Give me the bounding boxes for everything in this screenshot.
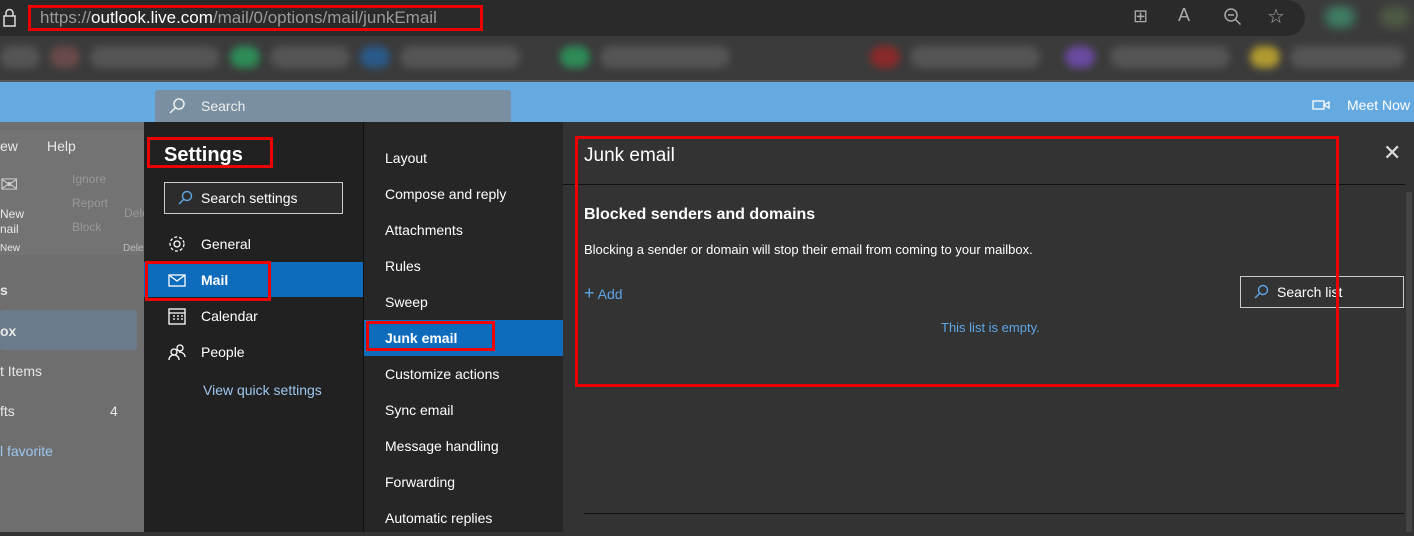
drafts-count: 4 xyxy=(110,403,118,419)
add-favorite-icon[interactable]: ☆ xyxy=(1267,4,1285,29)
bookmarks-bar xyxy=(0,36,1414,80)
section-customize-actions[interactable]: Customize actions xyxy=(364,356,564,392)
folder-inbox-selected[interactable] xyxy=(0,310,137,350)
calendar-icon xyxy=(168,308,186,325)
folder-heading[interactable]: s xyxy=(0,282,8,298)
read-aloud-icon[interactable]: A xyxy=(1178,5,1190,26)
ribbon-group-delete: Dele xyxy=(123,243,144,254)
section-junk-email[interactable]: Junk email xyxy=(364,320,564,356)
pane-title: Junk email xyxy=(584,145,675,166)
scrollbar[interactable] xyxy=(1406,192,1412,532)
section-description: Blocking a sender or domain will stop th… xyxy=(584,242,1033,257)
section-layout[interactable]: Layout xyxy=(364,140,564,176)
url-path: /mail/0/options/mail/junkEmail xyxy=(212,8,437,27)
profile-avatar[interactable] xyxy=(1325,6,1355,28)
search-list-placeholder: Search list xyxy=(1277,284,1343,300)
mail-search-input[interactable]: Search xyxy=(155,90,511,122)
new-mail-button[interactable]: New xyxy=(0,207,24,221)
search-settings-input[interactable]: Search settings xyxy=(164,182,343,214)
block-button[interactable]: Block xyxy=(72,220,101,234)
section-sync-email[interactable]: Sync email xyxy=(364,392,564,428)
empty-list-message: This list is empty. xyxy=(941,320,1040,335)
ignore-button[interactable]: Ignore xyxy=(72,172,106,186)
menu-help[interactable]: Help xyxy=(47,138,76,154)
section-rules[interactable]: Rules xyxy=(364,248,564,284)
settings-title: Settings xyxy=(164,144,243,166)
mail-icon xyxy=(168,274,186,287)
report-button[interactable]: Report xyxy=(72,196,108,210)
plus-icon: + xyxy=(584,283,595,303)
section-title: Blocked senders and domains xyxy=(584,206,816,223)
split-screen-icon[interactable]: ⊞ xyxy=(1133,6,1148,27)
ribbon-group-new: New xyxy=(0,243,21,254)
new-mail-dropdown[interactable]: nail xyxy=(0,222,19,236)
add-favorite-link[interactable]: l favorite xyxy=(0,443,53,459)
section-compose-and-reply[interactable]: Compose and reply xyxy=(364,176,564,212)
section-forwarding[interactable]: Forwarding xyxy=(364,464,564,500)
settings-nav-general[interactable]: General xyxy=(144,226,363,261)
divider xyxy=(584,513,1404,514)
search-placeholder: Search xyxy=(201,98,246,114)
gear-icon xyxy=(169,236,185,252)
search-list-input[interactable]: Search list xyxy=(1240,276,1404,308)
nav-label: People xyxy=(201,344,245,360)
people-icon xyxy=(168,344,186,361)
divider xyxy=(563,184,1405,185)
url-host: outlook.live.com xyxy=(91,8,213,27)
url-text[interactable]: https://outlook.live.com/mail/0/options/… xyxy=(40,8,437,28)
section-attachments[interactable]: Attachments xyxy=(364,212,564,248)
nav-label: General xyxy=(201,236,251,252)
folder-drafts[interactable]: fts xyxy=(0,403,15,419)
nav-label: Mail xyxy=(201,272,229,288)
view-quick-settings-link[interactable]: View quick settings xyxy=(203,382,322,398)
mail-icon: ✉ xyxy=(0,172,19,197)
search-icon xyxy=(178,190,193,205)
add-label: Add xyxy=(597,286,623,302)
search-icon xyxy=(1254,284,1269,299)
section-sweep[interactable]: Sweep xyxy=(364,284,564,320)
zoom-out-icon[interactable] xyxy=(1223,7,1243,27)
close-icon[interactable]: ✕ xyxy=(1383,140,1401,166)
junk-email-pane: Junk email ✕ Blocked senders and domains… xyxy=(563,122,1414,532)
video-icon[interactable] xyxy=(1312,99,1330,111)
mail-settings-sections: Layout Compose and reply Attachments Rul… xyxy=(363,122,564,532)
settings-nav-calendar[interactable]: Calendar xyxy=(144,298,363,333)
folder-inbox[interactable]: ox xyxy=(0,323,16,339)
settings-nav-mail[interactable]: Mail xyxy=(144,262,363,297)
url-scheme: https:// xyxy=(40,8,92,27)
nav-label: Calendar xyxy=(201,308,258,324)
section-message-handling[interactable]: Message handling xyxy=(364,428,564,464)
search-settings-placeholder: Search settings xyxy=(201,190,298,206)
folder-sent-items[interactable]: t Items xyxy=(0,363,42,379)
search-icon xyxy=(169,98,185,114)
settings-nav-pane: Settings Search settings General Mail Ca… xyxy=(144,122,363,532)
menu-view[interactable]: ew xyxy=(0,138,18,154)
meet-now-button[interactable]: Meet Now xyxy=(1347,97,1410,113)
lock-icon xyxy=(3,8,16,27)
settings-nav-people[interactable]: People xyxy=(144,334,363,369)
section-automatic-replies[interactable]: Automatic replies xyxy=(364,500,564,536)
add-blocked-sender-button[interactable]: + Add xyxy=(584,283,623,304)
extension-icon[interactable] xyxy=(1380,6,1410,28)
